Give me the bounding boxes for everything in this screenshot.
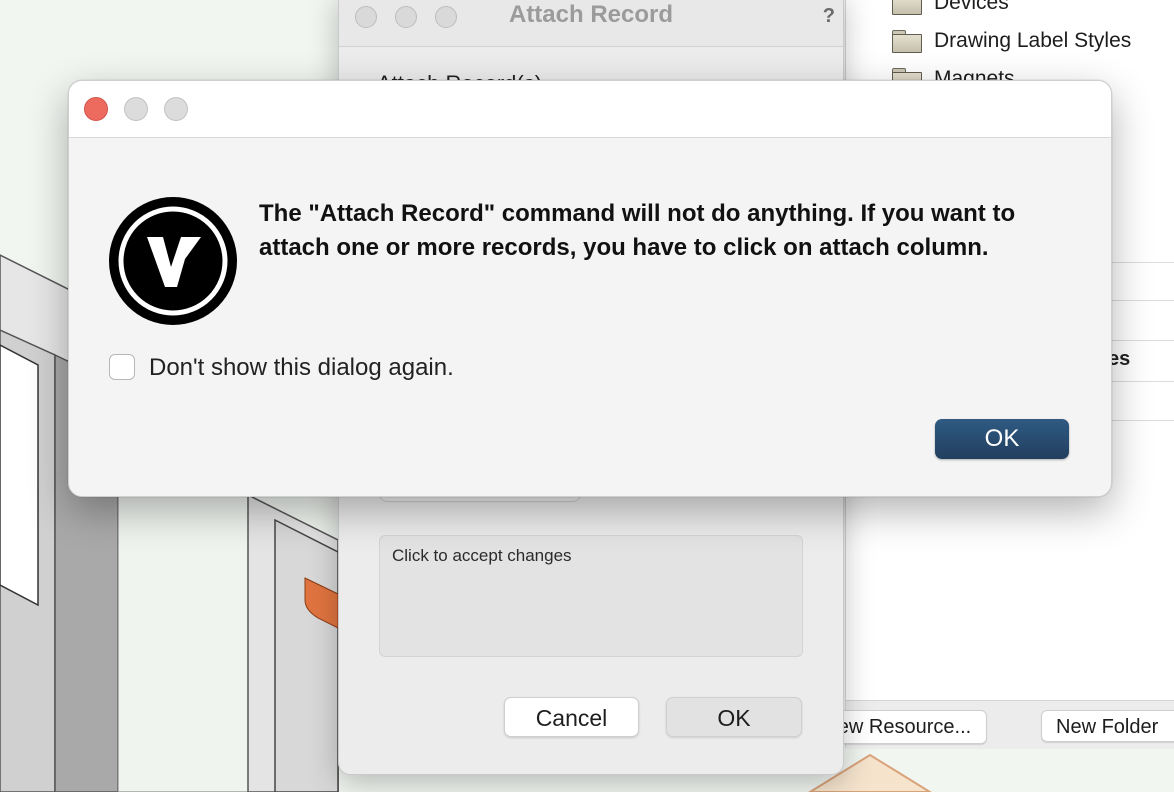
folder-label: Drawing Label Styles (934, 29, 1132, 52)
help-text: Click to accept changes (392, 546, 572, 565)
alert-titlebar (69, 81, 1111, 138)
zoom-button[interactable] (164, 97, 188, 121)
folder-item-devices[interactable]: Devices (892, 0, 1009, 18)
help-text-box: Click to accept changes (379, 535, 803, 657)
vectorworks-logo-icon (109, 197, 237, 325)
alert-dialog: The "Attach Record" command will not do … (68, 80, 1112, 497)
folder-icon (892, 30, 922, 53)
cancel-button[interactable]: Cancel (504, 697, 639, 737)
close-button[interactable] (84, 97, 108, 121)
dialog-titlebar: Attach Record ? (339, 0, 843, 47)
ok-button[interactable]: OK (935, 419, 1069, 459)
alert-message: The "Attach Record" command will not do … (259, 200, 1016, 261)
minimize-button[interactable] (124, 97, 148, 121)
dont-show-again-checkbox[interactable] (109, 354, 135, 380)
new-resource-button[interactable]: ew Resource... (822, 710, 987, 744)
dont-show-again-label[interactable]: Don't show this dialog again. (149, 354, 454, 382)
dialog-title: Attach Record (508, 1, 674, 28)
resource-browser-toolbar: ew Resource... New Folder (822, 700, 1174, 749)
ok-button[interactable]: OK (666, 697, 802, 737)
folder-label: Devices (934, 0, 1009, 14)
folder-icon (892, 0, 922, 15)
folder-item-drawing-label-styles[interactable]: Drawing Label Styles (892, 26, 1131, 56)
help-button[interactable]: ? (823, 5, 835, 28)
new-folder-button[interactable]: New Folder (1041, 710, 1174, 742)
